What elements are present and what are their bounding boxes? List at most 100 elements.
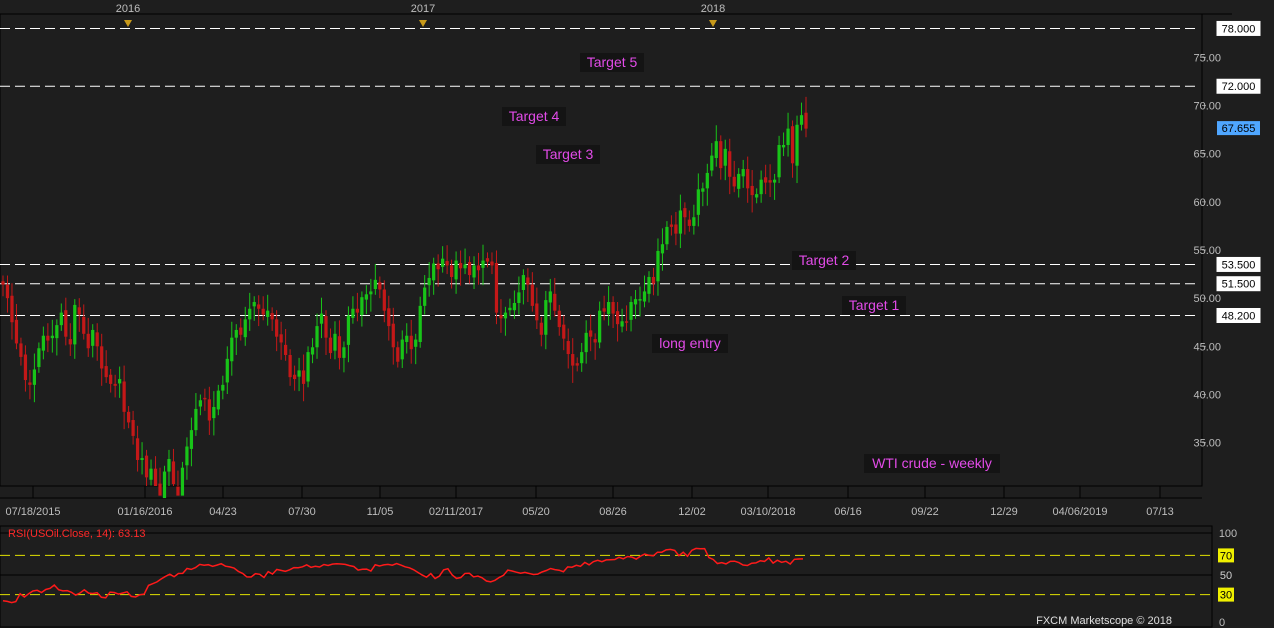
candle-body — [409, 335, 413, 350]
candle-body — [598, 310, 602, 343]
candle-body — [508, 307, 512, 311]
x-tick-label: 04/23 — [209, 506, 237, 518]
candle-body — [759, 179, 763, 195]
candle-body — [548, 291, 552, 303]
y-tick-label: 55.00 — [1193, 245, 1221, 257]
candle-body — [512, 302, 517, 311]
rsi-level-label: 30 — [1220, 590, 1232, 602]
candle-body — [764, 177, 768, 183]
candle-body — [257, 304, 261, 309]
candle-body — [701, 188, 705, 192]
candle-body — [198, 400, 203, 407]
candle-body — [602, 308, 606, 312]
candle-body — [723, 148, 727, 166]
x-tick-label: 07/18/2015 — [5, 506, 60, 518]
candle-body — [777, 145, 781, 178]
candle-body — [270, 313, 274, 320]
year-marker-label: 2017 — [411, 3, 435, 15]
candle-body — [575, 363, 579, 366]
candle-body — [737, 173, 741, 189]
candle-body — [741, 169, 745, 177]
candle-body — [171, 461, 176, 485]
candle-body — [463, 264, 467, 269]
current-price-label: 67.655 — [1222, 123, 1256, 135]
candle-body — [472, 265, 476, 278]
candle-body — [786, 128, 790, 146]
candle-body — [50, 335, 54, 339]
candle-body — [503, 312, 508, 319]
candle-body — [436, 263, 440, 270]
candle-body — [624, 321, 629, 323]
candle-body — [266, 310, 270, 317]
candle-body — [566, 341, 570, 355]
x-tick-label: 12/29 — [990, 506, 1018, 518]
x-tick-label: 06/16 — [834, 506, 862, 518]
candle-body — [728, 151, 732, 177]
y-tick-label: 65.00 — [1193, 149, 1221, 161]
candle-body — [696, 189, 700, 215]
y-tick-label: 45.00 — [1193, 341, 1221, 353]
candle-body — [221, 384, 225, 391]
candle-body — [346, 315, 351, 345]
candle-body — [441, 258, 445, 267]
candle-body — [37, 348, 41, 368]
candle-body — [306, 352, 310, 382]
rsi-level-label: 70 — [1220, 550, 1232, 562]
candle-body — [642, 291, 647, 302]
candle-body — [458, 263, 463, 269]
year-marker-label: 2018 — [701, 3, 725, 15]
candle-body — [131, 420, 135, 436]
candle-body — [772, 179, 777, 183]
candle-body — [288, 354, 292, 378]
candle-body — [91, 329, 95, 346]
candle-body — [95, 332, 99, 347]
candle-body — [795, 124, 799, 166]
candle-body — [315, 326, 319, 348]
candle-body — [301, 370, 306, 384]
candle-body — [284, 344, 288, 355]
y-tick-label: 75.00 — [1193, 52, 1221, 64]
candle-body — [692, 217, 696, 226]
candle-body — [46, 335, 50, 341]
candle-body — [333, 333, 337, 351]
candle-body — [149, 468, 153, 480]
y-tick-label: 70.00 — [1193, 101, 1221, 113]
annotation-label: Target 3 — [543, 146, 594, 162]
candle-body — [23, 354, 28, 381]
candle-body — [113, 383, 117, 386]
candle-body — [562, 324, 566, 339]
candle-body — [310, 347, 315, 355]
candle-body — [104, 366, 108, 378]
annotation-label: Target 2 — [799, 252, 850, 268]
candle-body — [109, 374, 113, 384]
candle-body — [553, 293, 557, 311]
candle-body — [781, 145, 786, 148]
candle-body — [678, 210, 683, 234]
candle-body — [225, 358, 229, 383]
candle-body — [28, 382, 32, 385]
candle-body — [77, 307, 81, 315]
candle-body — [14, 319, 19, 344]
x-tick-label: 04/06/2019 — [1052, 506, 1107, 518]
candle-body — [207, 399, 211, 421]
x-tick-label: 12/02 — [678, 506, 706, 518]
candle-body — [405, 335, 409, 342]
candle-body — [629, 302, 633, 320]
candle-body — [660, 244, 665, 254]
candle-body — [589, 330, 593, 337]
x-tick-label: 07/13 — [1146, 506, 1174, 518]
candle-body — [68, 339, 72, 345]
rsi-level-label: 50 — [1220, 570, 1232, 582]
candle-body — [86, 333, 90, 349]
candle-body — [59, 312, 63, 326]
candle-body — [1, 281, 5, 285]
candle-body — [5, 284, 10, 299]
annotation-label: long entry — [659, 335, 720, 351]
candle-body — [526, 277, 530, 285]
candle-body — [490, 261, 494, 266]
candle-body — [580, 352, 584, 364]
candle-body — [275, 319, 279, 337]
x-tick-label: 01/16/2016 — [117, 506, 172, 518]
candle-body — [118, 379, 122, 384]
candle-body — [382, 289, 386, 311]
